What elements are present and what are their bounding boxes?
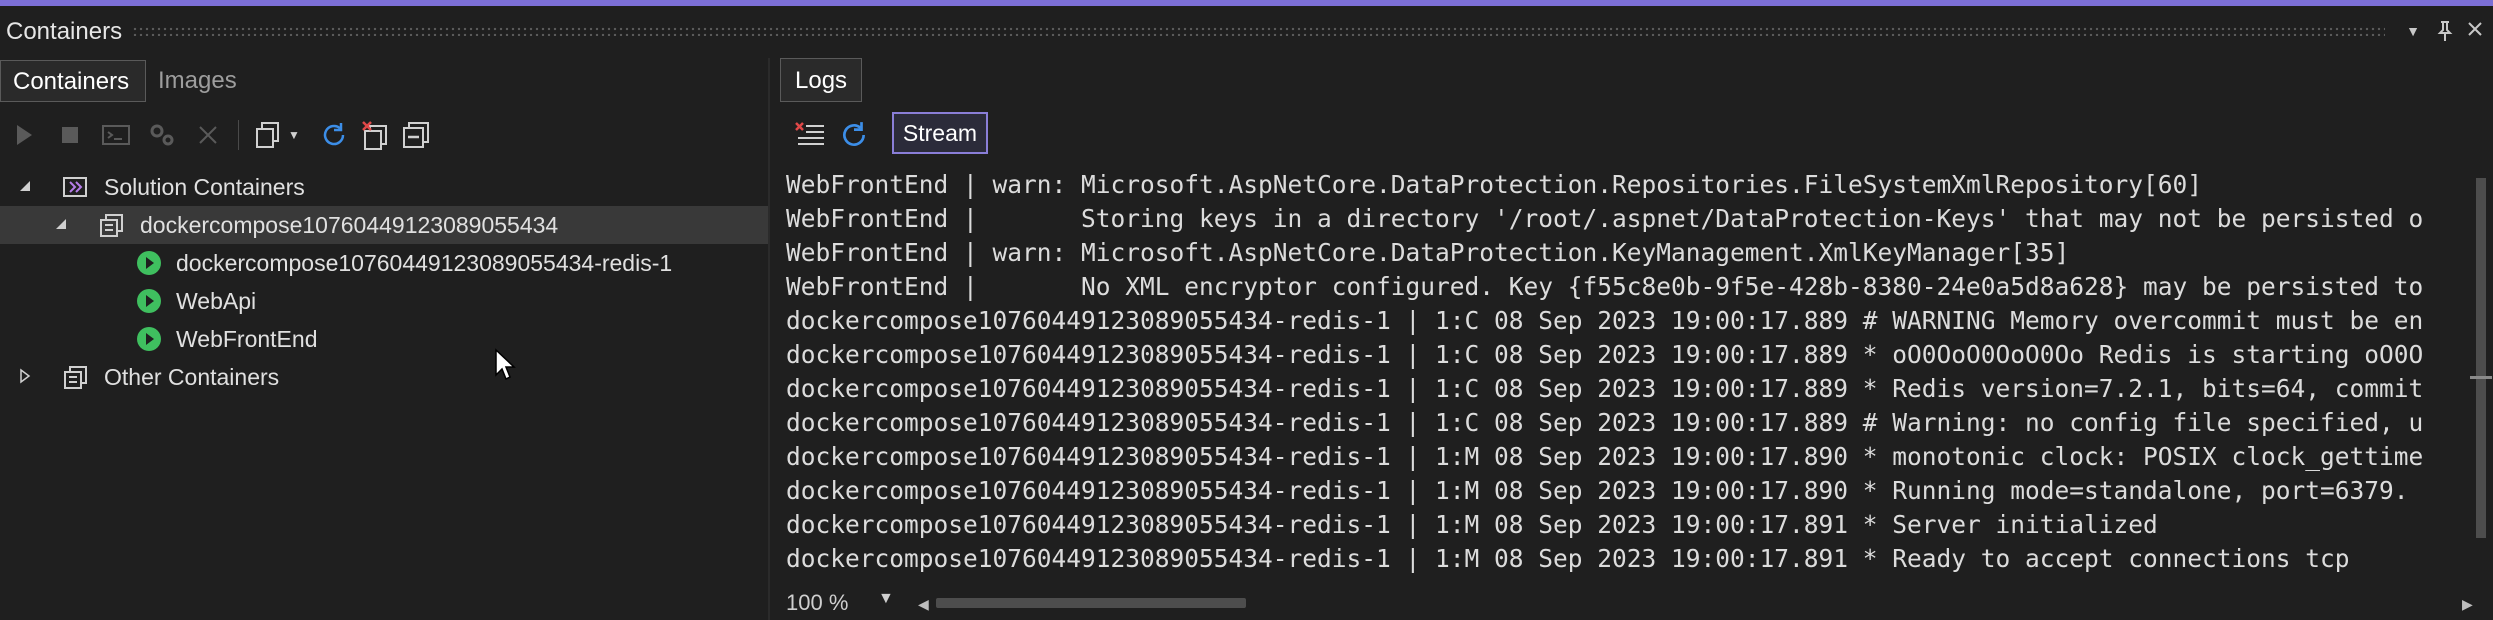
copy-icon bbox=[256, 122, 279, 148]
collapse-all-button[interactable] bbox=[398, 112, 434, 158]
pin-icon[interactable] bbox=[2434, 20, 2456, 42]
log-line: dockercompose10760449123089055434-redis-… bbox=[786, 340, 2424, 369]
log-line: dockercompose10760449123089055434-redis-… bbox=[786, 408, 2424, 437]
log-line: WebFrontEnd | Storing keys in a director… bbox=[786, 204, 2424, 233]
tree-item-compose[interactable]: dockercompose10760449123089055434 bbox=[0, 206, 768, 244]
containers-tree: Solution Containers dockercompose1076044… bbox=[0, 168, 768, 618]
clear-logs-icon bbox=[795, 122, 824, 145]
tool-window-titlebar[interactable]: Containers ▼ bbox=[0, 6, 2493, 52]
tab-containers[interactable]: Containers bbox=[0, 60, 146, 102]
log-line: WebFrontEnd | No XML encryptor configure… bbox=[786, 272, 2424, 301]
refresh-button[interactable] bbox=[316, 112, 352, 158]
remove-icon bbox=[199, 126, 217, 144]
running-status-icon bbox=[137, 251, 161, 275]
horizontal-scrollbar[interactable]: ◀ ▶ bbox=[916, 594, 2476, 612]
start-button[interactable] bbox=[6, 112, 42, 158]
clear-logs-button[interactable] bbox=[792, 112, 828, 158]
tab-images[interactable]: Images bbox=[146, 60, 266, 102]
zoom-select[interactable]: 100 % bbox=[786, 590, 870, 616]
compose-stack-icon bbox=[100, 214, 123, 237]
tree-label: WebFrontEnd bbox=[176, 326, 318, 352]
tree-label: dockercompose10760449123089055434-redis-… bbox=[176, 250, 673, 276]
close-icon[interactable] bbox=[2464, 20, 2486, 42]
stop-icon bbox=[62, 127, 78, 143]
refresh-icon bbox=[323, 123, 345, 146]
log-line: dockercompose10760449123089055434-redis-… bbox=[786, 374, 2424, 403]
tree-label: Solution Containers bbox=[104, 174, 305, 200]
collapsed-chevron-icon bbox=[20, 368, 31, 384]
tree-item-container[interactable]: dockercompose10760449123089055434-redis-… bbox=[0, 244, 768, 282]
tree-item-other-containers[interactable]: Other Containers bbox=[0, 358, 768, 396]
tree-label: dockercompose10760449123089055434 bbox=[140, 212, 559, 238]
log-status-bar: 100 % ▼ ◀ ▶ bbox=[776, 586, 2493, 620]
tree-label: Other Containers bbox=[104, 364, 280, 390]
zoom-dropdown-icon[interactable]: ▼ bbox=[878, 590, 894, 608]
mouse-cursor-icon bbox=[495, 348, 516, 381]
refresh-logs-button[interactable] bbox=[836, 112, 872, 158]
tab-images-label: Images bbox=[158, 67, 237, 94]
containers-stack-icon bbox=[64, 366, 87, 389]
running-status-icon bbox=[137, 327, 161, 351]
terminal-icon bbox=[102, 125, 130, 145]
vertical-scroll-thumb[interactable] bbox=[2476, 178, 2486, 538]
tree-item-container[interactable]: WebFrontEnd bbox=[0, 320, 768, 358]
scroll-left-icon[interactable]: ◀ bbox=[918, 596, 929, 613]
vertical-scrollbar[interactable] bbox=[2466, 166, 2493, 576]
tree-item-solution-containers[interactable]: Solution Containers bbox=[0, 168, 768, 206]
toolbar-separator bbox=[238, 120, 239, 150]
containers-toolbar: ▼ bbox=[6, 112, 766, 158]
expanded-chevron-icon bbox=[20, 181, 30, 191]
prune-button[interactable] bbox=[358, 112, 394, 158]
settings-icon bbox=[150, 124, 174, 146]
log-line: dockercompose10760449123089055434-redis-… bbox=[786, 442, 2424, 471]
log-line: dockercompose10760449123089055434-redis-… bbox=[786, 510, 2158, 539]
scroll-position-marker bbox=[2470, 376, 2492, 379]
log-line: WebFrontEnd | warn: Microsoft.AspNetCore… bbox=[786, 170, 2203, 199]
log-line: dockercompose10760449123089055434-redis-… bbox=[786, 544, 2350, 573]
dropdown-icon: ▼ bbox=[288, 128, 300, 142]
log-line: WebFrontEnd | warn: Microsoft.AspNetCore… bbox=[786, 238, 2070, 267]
copy-files-button[interactable] bbox=[250, 112, 286, 158]
tree-item-container[interactable]: WebApi bbox=[0, 282, 768, 320]
start-icon bbox=[17, 125, 32, 145]
left-tabbar: Containers Images bbox=[0, 58, 780, 108]
terminal-button[interactable] bbox=[98, 112, 134, 158]
stream-toggle-button[interactable]: Stream bbox=[892, 112, 988, 154]
horizontal-scroll-thumb[interactable] bbox=[936, 598, 1246, 608]
collapse-all-icon bbox=[403, 122, 429, 148]
running-status-icon bbox=[137, 289, 161, 313]
tab-logs[interactable]: Logs bbox=[780, 58, 863, 102]
prune-icon bbox=[362, 121, 387, 150]
pane-splitter[interactable] bbox=[768, 58, 770, 620]
drag-grip[interactable] bbox=[132, 26, 2385, 36]
solution-containers-icon bbox=[63, 177, 87, 197]
stream-label: Stream bbox=[902, 120, 978, 146]
log-output[interactable]: WebFrontEnd | warn: Microsoft.AspNetCore… bbox=[776, 166, 2466, 586]
stop-button[interactable] bbox=[52, 112, 88, 158]
tab-containers-label: Containers bbox=[13, 68, 130, 95]
window-options-dropdown-icon[interactable]: ▼ bbox=[2402, 20, 2424, 42]
window-title: Containers bbox=[6, 18, 123, 45]
tab-logs-label: Logs bbox=[795, 67, 848, 94]
tree-label: WebApi bbox=[176, 288, 257, 314]
settings-button[interactable] bbox=[144, 112, 180, 158]
remove-button[interactable] bbox=[190, 112, 226, 158]
refresh-icon bbox=[843, 122, 865, 146]
expanded-chevron-icon bbox=[56, 219, 66, 229]
log-line: dockercompose10760449123089055434-redis-… bbox=[786, 306, 2424, 335]
scroll-right-icon[interactable]: ▶ bbox=[2462, 596, 2473, 613]
copy-dropdown-button[interactable]: ▼ bbox=[284, 112, 304, 158]
log-line: dockercompose10760449123089055434-redis-… bbox=[786, 476, 2409, 505]
